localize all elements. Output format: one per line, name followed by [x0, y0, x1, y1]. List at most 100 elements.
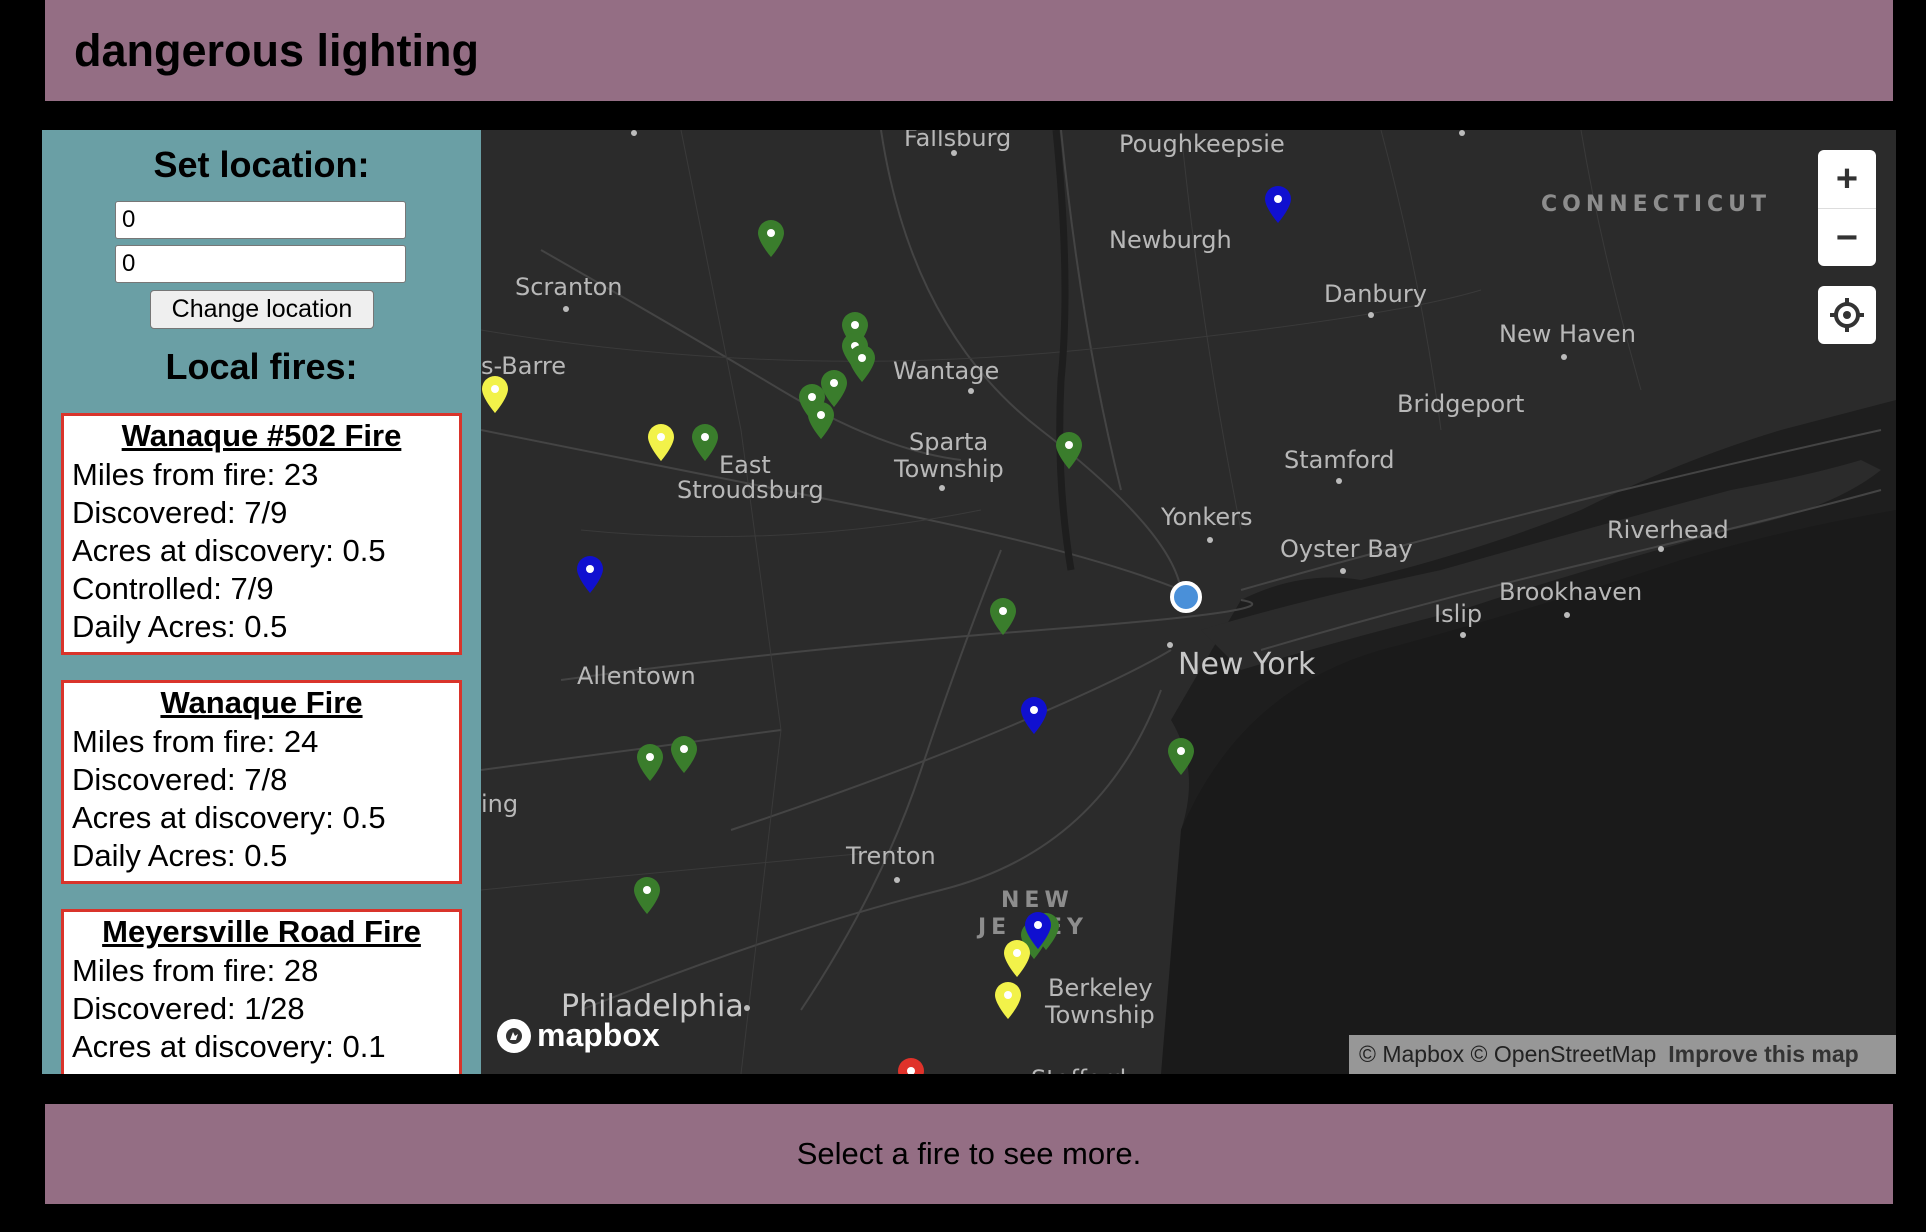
fire-marker[interactable]: [1020, 697, 1048, 735]
place-label: Poughkeepsie: [1119, 130, 1285, 158]
mapbox-logo[interactable]: mapbox: [497, 1017, 660, 1054]
place-label: East: [719, 451, 771, 479]
app-header: dangerous lighting: [45, 0, 1893, 101]
place-label: Sparta: [909, 428, 989, 456]
city-dot: [631, 130, 637, 136]
change-location-button[interactable]: Change location: [150, 290, 374, 329]
place-label: Newburgh: [1109, 226, 1232, 254]
fire-marker[interactable]: [757, 220, 785, 258]
fire-marker[interactable]: [691, 424, 719, 462]
fire-marker[interactable]: [989, 598, 1017, 636]
fire-marker[interactable]: [994, 982, 1022, 1020]
place-label: Township: [894, 455, 1004, 483]
fire-marker[interactable]: [1167, 738, 1195, 776]
fire-marker[interactable]: [897, 1058, 925, 1074]
place-label: New York: [1178, 647, 1316, 682]
place-label: Berkeley: [1048, 974, 1153, 1002]
city-dot: [1564, 612, 1570, 618]
user-location-dot: [1170, 581, 1202, 613]
fire-card[interactable]: Wanaque #502 Fire Miles from fire: 23 Di…: [61, 413, 462, 655]
place-label: Wantage: [893, 357, 1000, 385]
city-dot: [1340, 568, 1346, 574]
city-dot: [1167, 642, 1173, 648]
detail-footer: Select a fire to see more.: [45, 1104, 1893, 1204]
fire-name[interactable]: Wanaque Fire: [72, 685, 451, 721]
place-label: ing: [481, 790, 519, 818]
set-location-title: Set location:: [153, 144, 370, 185]
city-dot: [968, 388, 974, 394]
fire-miles: Miles from fire: 28: [72, 953, 319, 988]
fire-acres-discovery: Acres at discovery: 0.1: [72, 1029, 386, 1064]
sidebar: Set location: Change location Local fire…: [42, 130, 481, 1074]
fire-card[interactable]: Wanaque Fire Miles from fire: 24 Discove…: [61, 680, 462, 884]
local-fires-title: Local fires:: [165, 346, 358, 387]
fire-marker[interactable]: [1003, 940, 1031, 978]
place-label: JE: [978, 915, 1012, 940]
city-dot: [951, 150, 957, 156]
fire-daily-acres: Daily Acres: 0.5: [72, 838, 288, 873]
fire-marker[interactable]: [670, 736, 698, 774]
fire-marker[interactable]: [481, 376, 509, 414]
place-label: Islip: [1434, 600, 1483, 628]
fire-acres-discovery: Acres at discovery: 0.5: [72, 800, 386, 835]
place-label: Riverhead: [1607, 516, 1729, 544]
place-label: Scranton: [515, 273, 623, 301]
place-label: Stamford: [1284, 446, 1395, 474]
footer-message: Select a fire to see more.: [796, 1136, 1142, 1171]
fire-discovered: Discovered: 7/9: [72, 495, 288, 530]
place-label: Fallsburg: [904, 130, 1012, 152]
longitude-input[interactable]: [115, 245, 406, 283]
city-dot: [939, 485, 945, 491]
mapbox-icon: [497, 1018, 531, 1053]
city-dot: [563, 306, 569, 312]
place-label: Yonkers: [1161, 503, 1253, 531]
city-dot: [1336, 478, 1342, 484]
fire-name[interactable]: Meyersville Road Fire: [72, 914, 451, 950]
attribution-text[interactable]: © Mapbox © OpenStreetMap: [1359, 1041, 1656, 1068]
fire-discovered: Discovered: 1/28: [72, 991, 305, 1026]
fire-marker[interactable]: [1055, 432, 1083, 470]
fire-marker[interactable]: [636, 744, 664, 782]
city-dot: [1460, 632, 1466, 638]
city-dot: [1207, 537, 1213, 543]
zoom-in-button[interactable]: +: [1818, 150, 1876, 208]
improve-map-link[interactable]: Improve this map: [1668, 1041, 1858, 1068]
map-view[interactable]: Fallsburg Poughkeepsie CONNECTICUT Newbu…: [481, 130, 1896, 1074]
zoom-control: + −: [1818, 150, 1876, 266]
fire-acres-discovery: Acres at discovery: 0.5: [72, 533, 386, 568]
place-label: New Haven: [1499, 320, 1636, 348]
fire-marker[interactable]: [807, 402, 835, 440]
place-label: Brookhaven: [1499, 578, 1643, 606]
geolocate-button[interactable]: [1818, 286, 1876, 344]
place-label: Trenton: [846, 842, 936, 870]
zoom-out-button[interactable]: −: [1818, 209, 1876, 267]
fire-marker[interactable]: [576, 556, 604, 594]
fire-name[interactable]: Wanaque #502 Fire: [72, 418, 451, 454]
fire-marker[interactable]: [848, 345, 876, 383]
city-dot: [1561, 354, 1567, 360]
app-title: dangerous lighting: [74, 25, 479, 76]
place-label: Township: [1045, 1001, 1155, 1029]
fire-controlled: Controlled: 7/9: [72, 571, 274, 606]
map-attribution: © Mapbox © OpenStreetMap Improve this ma…: [1349, 1035, 1896, 1074]
city-dot: [1658, 546, 1664, 552]
city-dot: [894, 877, 900, 883]
fire-marker[interactable]: [1264, 186, 1292, 224]
mapbox-logo-text: mapbox: [537, 1017, 660, 1053]
city-dot: [1368, 312, 1374, 318]
fire-marker[interactable]: [647, 424, 675, 462]
fire-discovered: Discovered: 7/8: [72, 762, 288, 797]
place-label: NEW: [1001, 888, 1074, 913]
latitude-input[interactable]: [115, 201, 406, 239]
city-dot: [1459, 130, 1465, 136]
place-label: Allentown: [577, 662, 696, 690]
place-label: CONNECTICUT: [1541, 192, 1772, 217]
place-label: Bridgeport: [1397, 390, 1525, 418]
fire-marker[interactable]: [633, 877, 661, 915]
city-dot: [744, 1005, 750, 1011]
place-label: Stroudsburg: [677, 476, 824, 504]
place-label: Oyster Bay: [1280, 535, 1413, 563]
place-label: Stafford: [1031, 1065, 1126, 1074]
fire-card[interactable]: Meyersville Road Fire Miles from fire: 2…: [61, 909, 462, 1074]
place-label: Danbury: [1324, 280, 1427, 308]
